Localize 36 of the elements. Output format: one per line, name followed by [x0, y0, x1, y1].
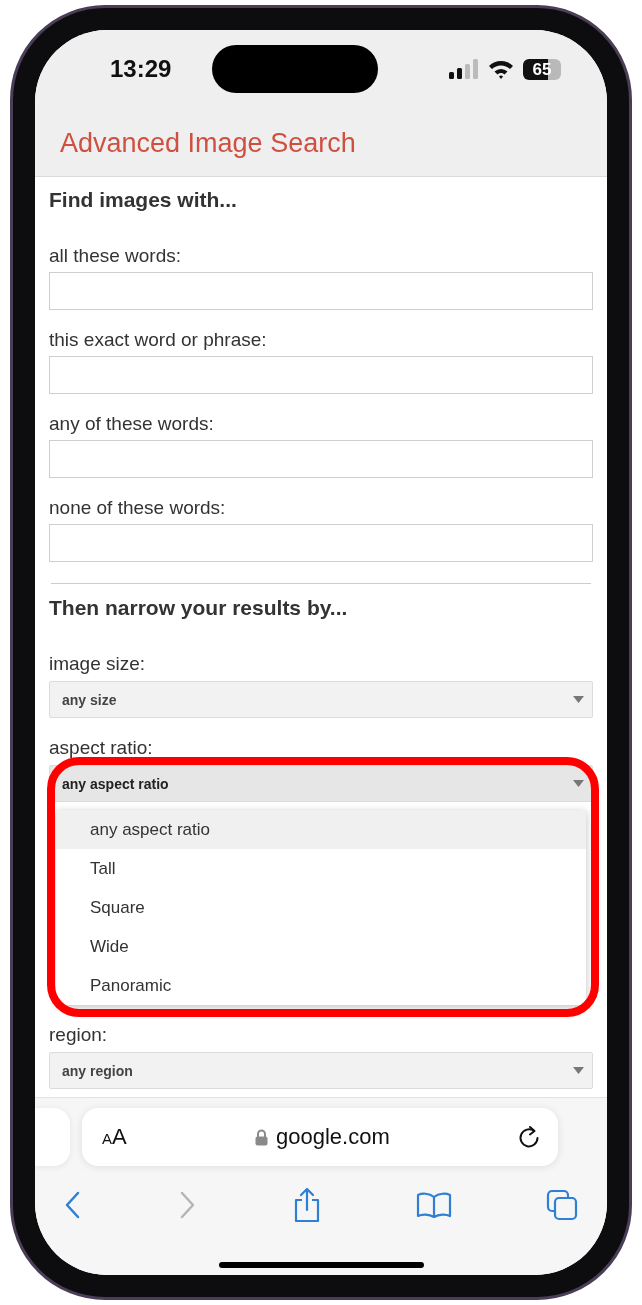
bookmarks-icon[interactable] [415, 1191, 452, 1219]
input-field[interactable] [49, 524, 593, 562]
tab-preview[interactable] [35, 1108, 70, 1166]
field-label: this exact word or phrase: [49, 328, 268, 352]
dropdown-option[interactable]: Panoramic [56, 966, 586, 1005]
section-heading: Find images with... [49, 187, 238, 213]
field-label: image size: [49, 652, 147, 676]
field-label: region: [49, 1023, 109, 1047]
status-time: 13:29 [110, 55, 172, 83]
wifi-icon [488, 59, 514, 79]
url-text: google.com [275, 1124, 390, 1150]
page-title: Advanced Image Search [59, 127, 357, 159]
field-label: aspect ratio: [49, 736, 154, 760]
dropdown-option[interactable]: Tall [56, 849, 586, 888]
dropdown-option[interactable]: Wide [56, 927, 586, 966]
address-bar[interactable]: AA google.com [82, 1108, 558, 1166]
dropdown-option[interactable]: any aspect ratio [56, 810, 586, 849]
select-dropdown[interactable]: any region [49, 1052, 593, 1089]
caret-icon [573, 1067, 584, 1074]
field-label: all these words: [49, 244, 182, 268]
select-dropdown[interactable]: any size [49, 681, 593, 718]
dropdown-option[interactable]: Square [56, 888, 586, 927]
section-heading: Then narrow your results by... [49, 595, 349, 621]
text-size-button[interactable]: AA [102, 1124, 127, 1150]
tabs-icon[interactable] [546, 1189, 578, 1221]
input-field[interactable] [49, 440, 593, 478]
input-field[interactable] [49, 356, 593, 394]
field-label: any of these words: [49, 412, 215, 436]
lock-icon [254, 1128, 268, 1146]
select-dropdown[interactable]: any aspect ratio [49, 765, 593, 802]
field-label: none of these words: [49, 496, 227, 520]
caret-icon [573, 696, 584, 703]
signal-icon [449, 59, 479, 79]
reload-icon[interactable] [518, 1125, 540, 1149]
input-field[interactable] [49, 272, 593, 310]
caret-icon [573, 780, 584, 787]
